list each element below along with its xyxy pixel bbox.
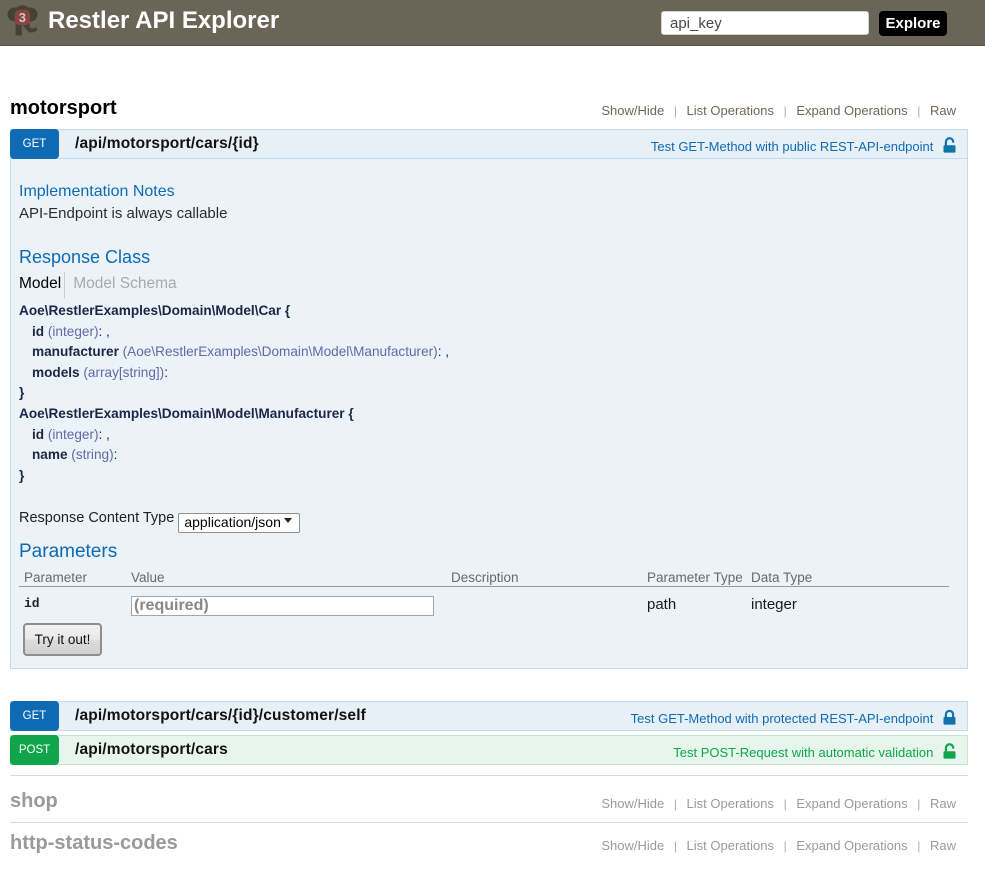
svg-text:3: 3 — [19, 10, 26, 25]
